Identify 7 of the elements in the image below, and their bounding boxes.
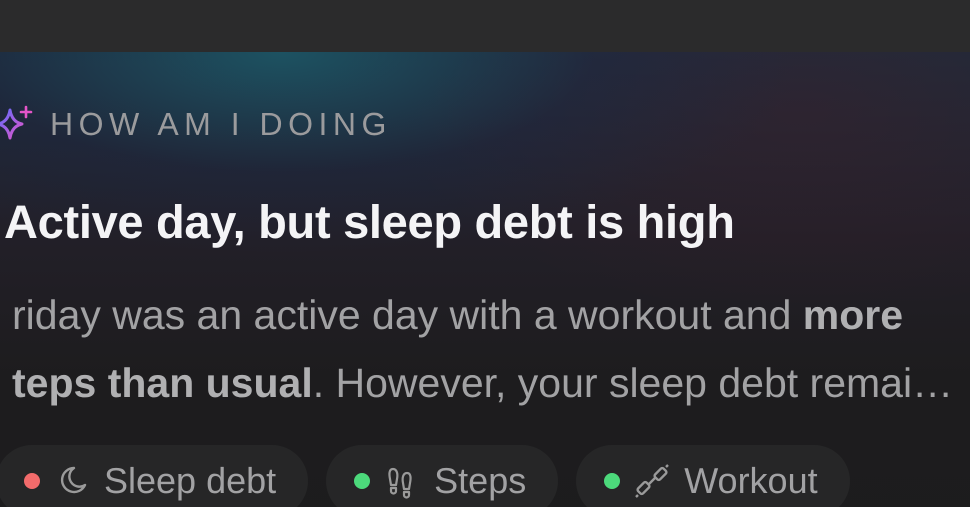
status-chip[interactable]: Sleep debt: [0, 445, 308, 507]
card-title: Active day, but sleep debt is high: [4, 194, 736, 249]
summary-text: riday was an active day with a workout and more teps than usual. However, your sleep debt remai…: [12, 291, 954, 408]
status-chip[interactable]: Workout: [576, 445, 850, 507]
status-chip[interactable]: Steps: [326, 445, 558, 507]
dumbbell-icon: [634, 463, 670, 499]
section-label: HOW AM I DOING: [50, 106, 392, 142]
